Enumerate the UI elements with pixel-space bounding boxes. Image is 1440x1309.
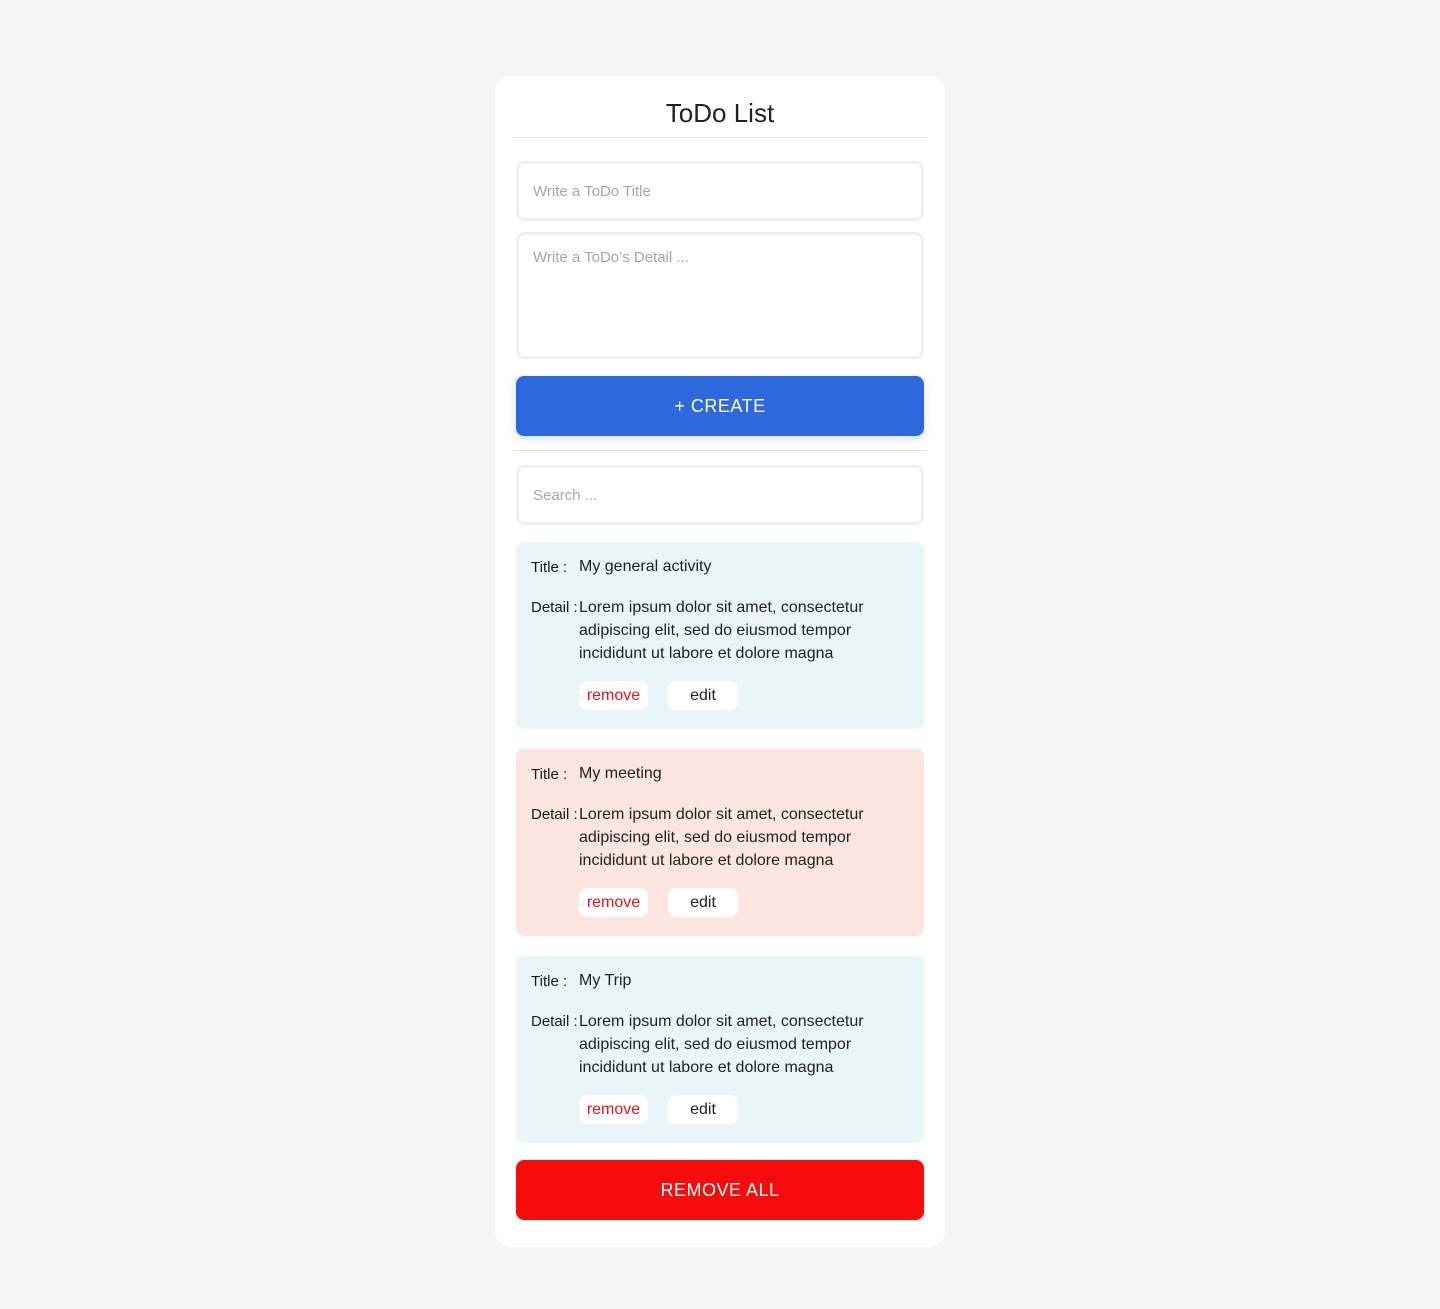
remove-button[interactable]: remove (579, 681, 648, 710)
todo-detail-label: Detail : (531, 599, 578, 616)
remove-all-button[interactable]: REMOVE ALL (516, 1160, 924, 1220)
todo-detail-label: Detail : (531, 806, 578, 823)
todo-title-text: My general activity (579, 558, 712, 575)
search-input[interactable] (516, 465, 924, 525)
remove-button[interactable]: remove (579, 1095, 648, 1124)
todo-item: Title : My general activity Detail : Lor… (516, 542, 924, 729)
todo-title-label: Title : (531, 973, 568, 990)
todo-card: ToDo List + CREATE Title : My general ac… (495, 76, 945, 1247)
todo-title-label: Title : (531, 559, 568, 576)
todo-detail-textarea[interactable] (516, 232, 924, 359)
todo-item: Title : My meeting Detail : Lorem ipsum … (516, 749, 924, 936)
edit-button[interactable]: edit (668, 1095, 738, 1124)
todo-detail-text: Lorem ipsum dolor sit amet, consectetur … (579, 1013, 864, 1076)
header-divider (513, 137, 927, 138)
todo-detail-text: Lorem ipsum dolor sit amet, consectetur … (579, 806, 864, 869)
form-divider (513, 450, 927, 451)
todo-detail-label: Detail : (531, 1013, 578, 1030)
todo-detail-text: Lorem ipsum dolor sit amet, consectetur … (579, 599, 864, 662)
todo-item: Title : My Trip Detail : Lorem ipsum dol… (516, 956, 924, 1143)
edit-button[interactable]: edit (668, 888, 738, 917)
todo-title-input[interactable] (516, 161, 924, 221)
remove-button[interactable]: remove (579, 888, 648, 917)
todo-title-label: Title : (531, 766, 568, 783)
edit-button[interactable]: edit (668, 681, 738, 710)
todo-title-text: My meeting (579, 765, 662, 782)
create-button[interactable]: + CREATE (516, 376, 924, 436)
page-title: ToDo List (665, 98, 775, 128)
todo-title-text: My Trip (579, 972, 632, 989)
